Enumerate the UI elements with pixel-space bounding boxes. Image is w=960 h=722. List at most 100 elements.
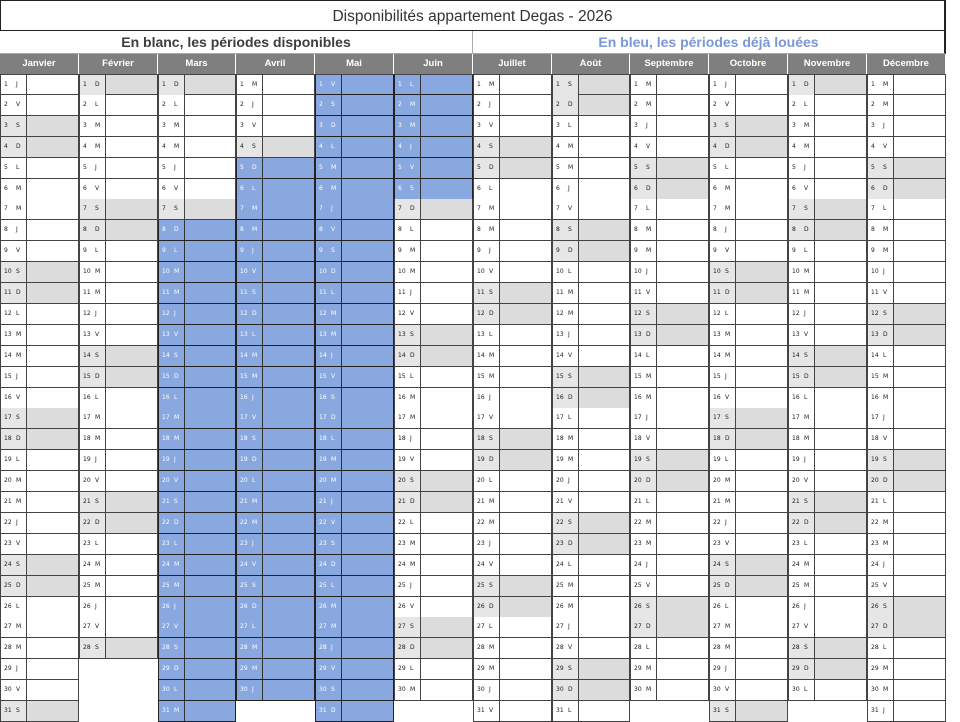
booking-slot — [420, 220, 472, 240]
weekday-letter: S — [174, 352, 178, 359]
booking-slot — [341, 116, 393, 136]
day-number: 4 — [556, 143, 560, 150]
day-cell: 29 L — [394, 659, 473, 680]
day-cell-booked: 15 V — [315, 367, 394, 388]
weekday-letter: M — [646, 519, 652, 526]
booking-slot — [184, 304, 235, 324]
weekday-letter: M — [95, 561, 101, 568]
day-cell: 6M — [709, 179, 788, 200]
day-number: 4 — [634, 143, 638, 150]
weekday-letter: M — [174, 561, 180, 568]
weekday-letter: M — [252, 226, 258, 233]
day-cell-booked: 26 J — [158, 597, 236, 618]
booking-slot — [262, 325, 314, 345]
day-cell: 16 V — [0, 388, 79, 409]
weekday-letter: V — [568, 352, 573, 359]
weekday-letter: M — [331, 331, 337, 338]
day-number: 16 — [871, 394, 879, 401]
weekday-letter: V — [883, 435, 888, 442]
booking-slot — [499, 450, 551, 470]
weekday-letter: M — [804, 582, 810, 589]
day-cell-booked: 13 M — [315, 325, 394, 346]
booking-slot — [105, 388, 157, 408]
day-number: 11 — [240, 289, 248, 296]
day-cell: 20 V — [788, 471, 867, 492]
day-number: 9 — [792, 247, 796, 254]
booking-slot — [735, 701, 787, 721]
day-number: 12 — [556, 310, 564, 317]
booking-slot — [499, 659, 551, 679]
day-cell: 21 M — [0, 492, 79, 513]
weekday-letter: V — [95, 331, 100, 338]
booking-slot — [184, 262, 235, 282]
day-number: 6 — [83, 185, 87, 192]
day-number: 8 — [634, 226, 638, 233]
day-cell-booked: 26 M — [315, 597, 394, 618]
booking-slot — [341, 241, 393, 261]
booking-slot — [420, 638, 472, 658]
weekday-letter: V — [725, 540, 730, 547]
day-number: 23 — [398, 540, 406, 547]
day-cell: 27 M — [709, 617, 788, 638]
weekday-letter: S — [16, 408, 26, 428]
day-cell: 20 M — [0, 471, 79, 492]
day-number: 20 — [556, 477, 564, 484]
day-cell: 30 M — [867, 680, 946, 701]
day-cell: 30 D — [552, 680, 630, 701]
weekday-letter: L — [16, 164, 20, 171]
weekday-letter: L — [489, 331, 493, 338]
day-number: 29 — [319, 665, 327, 672]
weekday-letter: M — [568, 143, 574, 150]
weekday-letter: J — [646, 414, 648, 421]
booking-slot — [814, 325, 866, 345]
day-cell: 5D — [473, 158, 552, 179]
day-number: 14 — [789, 346, 804, 366]
booking-slot — [893, 659, 945, 679]
legend-available: En blanc, les périodes disponibles — [0, 31, 473, 54]
booking-slot — [578, 137, 629, 157]
day-number: 6 — [713, 185, 717, 192]
booking-slot — [105, 241, 157, 261]
day-number: 15 — [4, 373, 12, 380]
day-number: 22 — [240, 519, 248, 526]
day-cell: 23 V — [709, 534, 788, 555]
day-number: 10 — [634, 268, 642, 275]
day-number: 24 — [634, 561, 642, 568]
weekday-letter: J — [725, 373, 727, 380]
day-number: 26 — [631, 597, 646, 617]
weekday-letter: M — [16, 331, 22, 338]
day-cell: 18 J — [394, 429, 473, 450]
weekday-letter: J — [16, 81, 18, 88]
weekday-letter: V — [331, 373, 336, 380]
day-number: 31 — [1, 701, 16, 721]
day-number: 22 — [713, 519, 721, 526]
weekday-letter: J — [489, 101, 491, 108]
booking-slot — [26, 388, 78, 408]
day-number: 14 — [713, 352, 721, 359]
booking-slot — [184, 158, 235, 178]
booking-slot — [420, 408, 472, 428]
booking-slot — [735, 597, 787, 617]
booking-slot — [184, 555, 235, 575]
weekday-letter: S — [804, 638, 814, 658]
booking-slot — [578, 388, 629, 408]
booking-slot — [262, 179, 314, 199]
weekday-letter: L — [804, 247, 808, 254]
weekday-letter: M — [410, 686, 416, 693]
day-number: 12 — [713, 310, 721, 317]
booking-slot — [656, 408, 708, 428]
booking-slot — [814, 408, 866, 428]
day-number: 2 — [477, 101, 481, 108]
weekday-letter: M — [174, 289, 180, 296]
booking-slot — [656, 241, 708, 261]
weekday-letter: V — [410, 164, 415, 171]
booking-slot — [735, 137, 787, 157]
booking-slot — [184, 576, 235, 596]
weekday-letter: L — [95, 101, 99, 108]
day-cell-booked: 17 D — [315, 408, 394, 429]
booking-slot — [341, 638, 393, 658]
day-number: 28 — [789, 638, 804, 658]
day-cell: 3V — [473, 116, 552, 137]
booking-slot — [499, 325, 551, 345]
day-cell: 23 M — [630, 534, 709, 555]
